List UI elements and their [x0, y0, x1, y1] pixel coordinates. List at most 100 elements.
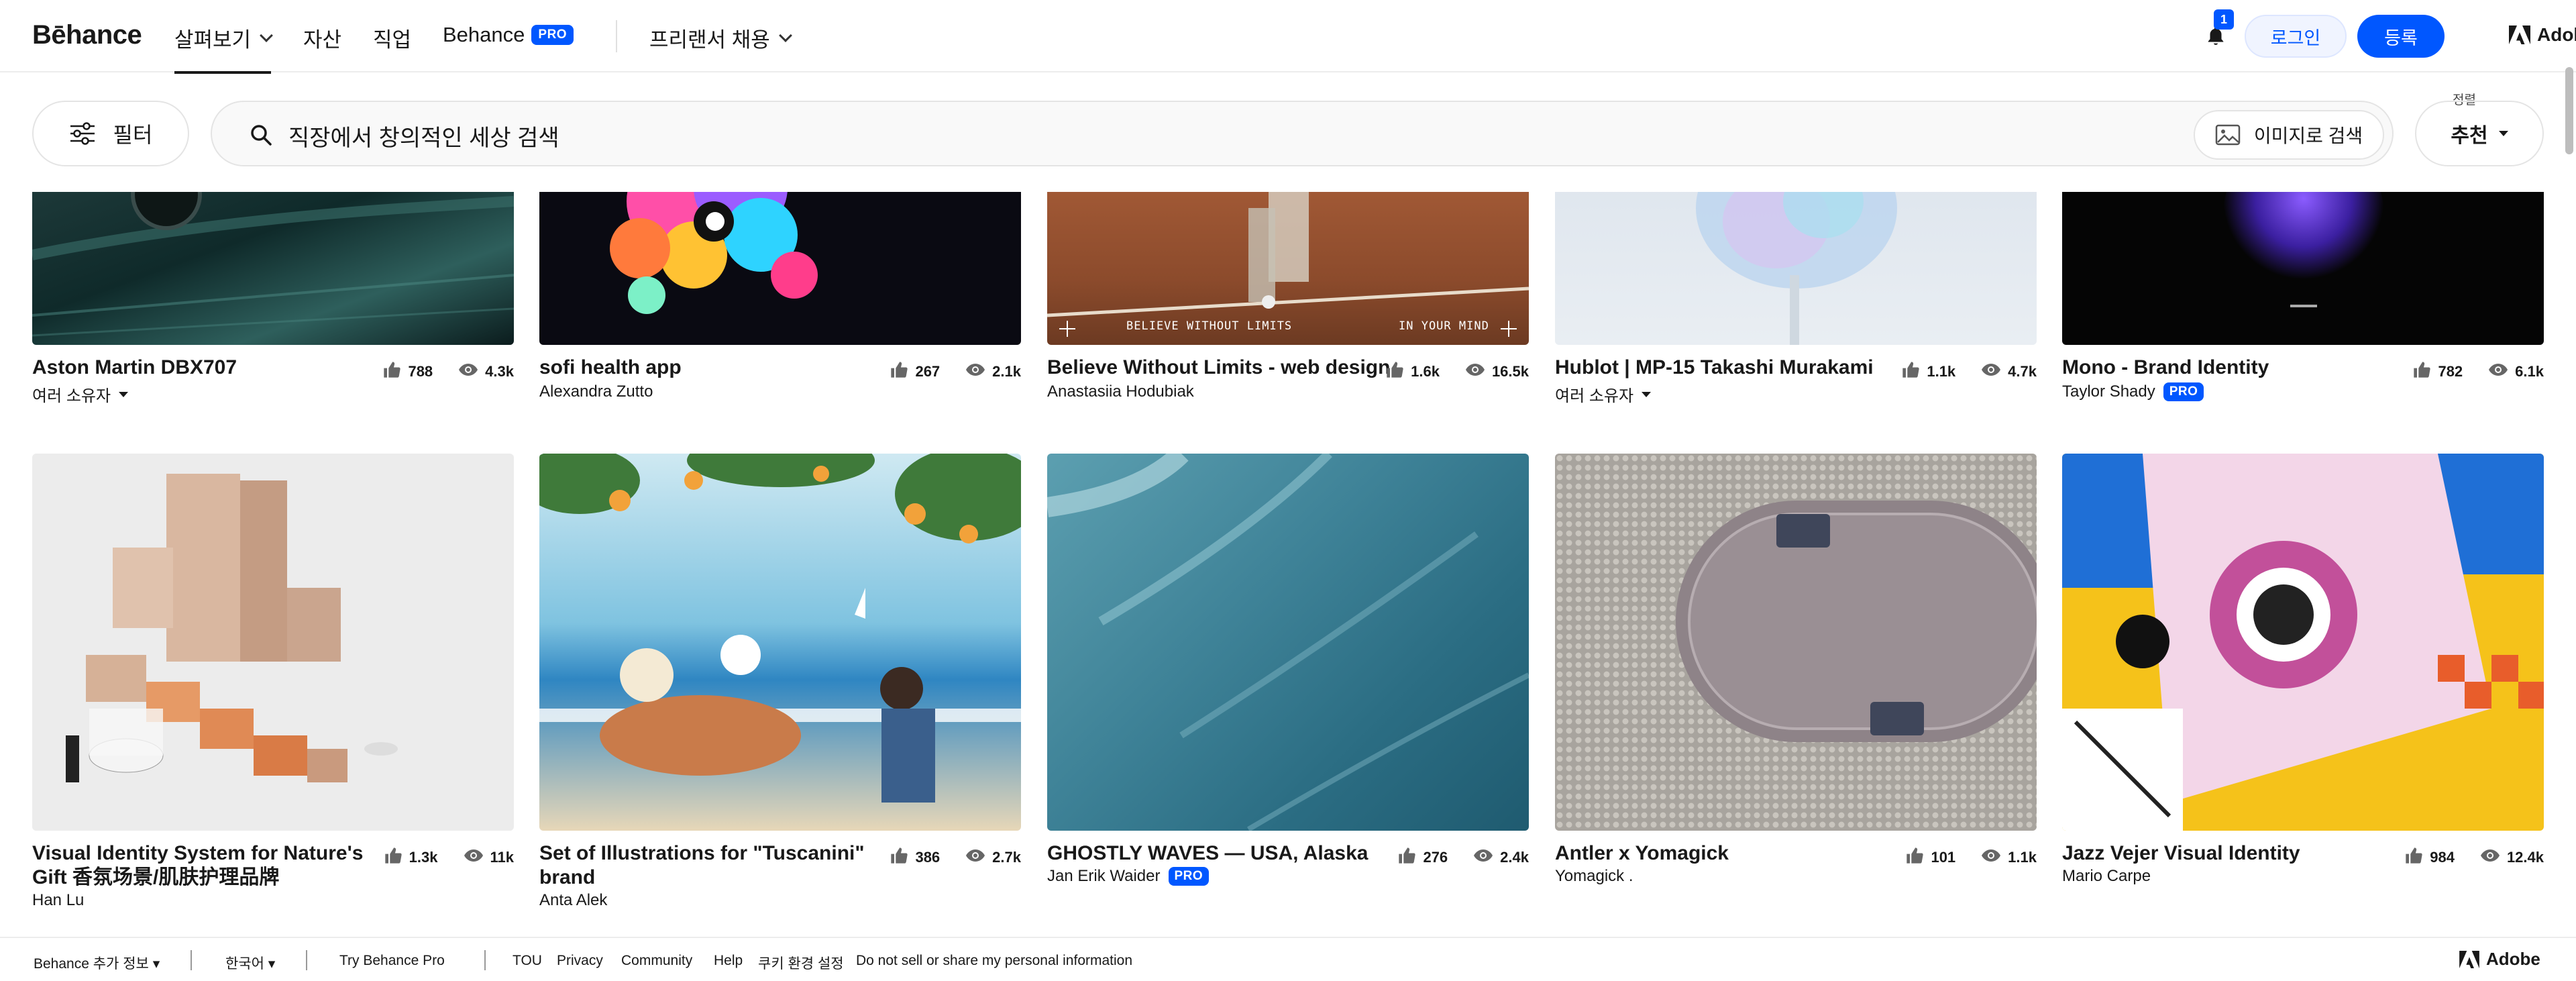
footer-community[interactable]: Community — [621, 953, 692, 969]
project-thumbnail[interactable] — [1555, 454, 2037, 831]
nav-behance-pro[interactable]: Behance PRO — [443, 23, 574, 47]
project-owner[interactable]: 여러 소유자 — [1555, 382, 1652, 406]
project-title[interactable]: Jazz Vejer Visual Identity — [2062, 841, 2300, 866]
brand-identity-image — [2223, 181, 2384, 307]
eye-icon — [1473, 849, 1493, 866]
footer-divider — [191, 950, 192, 970]
footer-do-not-sell[interactable]: Do not sell or share my personal informa… — [856, 953, 1132, 969]
project-owner[interactable]: 여러 소유자 — [32, 382, 129, 406]
signup-button[interactable]: 등록 — [2357, 15, 2445, 58]
owner-name: 여러 소유자 — [32, 387, 111, 405]
owner-name: Mario Carpe — [2062, 867, 2151, 885]
eye-icon — [965, 363, 985, 380]
eye-icon — [2488, 363, 2508, 380]
project-title[interactable]: Mono - Brand Identity — [2062, 356, 2269, 380]
sliders-icon — [70, 122, 95, 145]
thumbs-up-icon — [1385, 361, 1404, 382]
project-owner[interactable]: Anastasiia Hodubiak — [1047, 382, 1194, 401]
project-title[interactable]: sofi health app — [539, 356, 682, 380]
nav-explore-label: 살펴보기 — [174, 28, 252, 52]
views-count: 12.4k — [2506, 849, 2544, 866]
notification-count-badge: 1 — [2214, 9, 2234, 30]
aerial-waves-image — [1047, 454, 1529, 831]
thumbs-up-icon — [890, 847, 908, 868]
project-thumbnail[interactable] — [32, 181, 514, 345]
eye-icon — [1981, 849, 2001, 866]
project-thumbnail[interactable] — [539, 454, 1021, 831]
project-thumbnail[interactable] — [2062, 181, 2544, 345]
project-title[interactable]: Believe Without Limits - web design — [1047, 356, 1390, 380]
nav-jobs[interactable]: 직업 — [373, 23, 411, 53]
footer-tou[interactable]: TOU — [513, 953, 542, 969]
footer-language[interactable]: 한국어 ▾ — [225, 953, 275, 973]
views-count: 4.7k — [2008, 363, 2037, 380]
thumbs-up-icon — [1397, 847, 1416, 868]
project-stats: 1.6k 16.5k — [1385, 361, 1529, 382]
project-title[interactable]: Antler x Yomagick — [1555, 841, 1729, 866]
owner-name: Yomagick . — [1555, 867, 1633, 885]
adobe-logo-icon — [2459, 950, 2479, 968]
likes-count: 101 — [1931, 849, 1956, 866]
project-stats: 788 4.3k — [382, 361, 514, 382]
footer-privacy[interactable]: Privacy — [557, 953, 603, 969]
views-count: 2.1k — [992, 363, 1021, 380]
footer-try-pro[interactable]: Try Behance Pro — [339, 953, 445, 969]
behance-logo[interactable]: Bēhance — [32, 20, 142, 50]
project-title[interactable]: GHOSTLY WAVES — USA, Alaska — [1047, 841, 1368, 866]
adobe-logo-icon — [2509, 25, 2530, 44]
sort-value: 추천 — [2451, 125, 2488, 147]
search-icon — [251, 125, 272, 146]
owner-name: Taylor Shady — [2062, 382, 2155, 401]
project-thumbnail[interactable] — [539, 181, 1021, 345]
project-owner[interactable]: Anta Alek — [539, 891, 607, 910]
project-owner[interactable]: Taylor Shady PRO — [2062, 382, 2204, 401]
owner-name: Anastasiia Hodubiak — [1047, 382, 1194, 401]
project-title[interactable]: Aston Martin DBX707 — [32, 356, 237, 380]
footer-more-behance[interactable]: Behance 추가 정보 ▾ — [34, 953, 160, 973]
likes-count: 1.6k — [1411, 363, 1440, 380]
poster-collage-image — [2062, 454, 2544, 831]
eye-icon — [2480, 849, 2500, 866]
nav-hire-freelancers[interactable]: 프리랜서 채용 — [649, 23, 792, 53]
project-thumbnail[interactable]: BELIEVE WITHOUT LIMITS IN YOUR MIND — [1047, 181, 1529, 345]
project-thumbnail[interactable] — [1555, 181, 2037, 345]
pro-badge: PRO — [531, 25, 574, 45]
project-thumbnail[interactable] — [32, 454, 514, 831]
project-owner[interactable]: Mario Carpe — [2062, 867, 2151, 886]
adobe-link[interactable]: Adobe — [2509, 24, 2576, 46]
project-stats: 386 2.7k — [890, 847, 1021, 868]
project-title[interactable]: Hublot | MP-15 Takashi Murakami — [1555, 356, 1874, 380]
image-search-label: 이미지로 검색 — [2253, 125, 2363, 146]
views-count: 6.1k — [2515, 363, 2544, 380]
owner-name: Jan Erik Waider — [1047, 867, 1161, 885]
filter-label: 필터 — [113, 123, 153, 147]
footer-help[interactable]: Help — [714, 953, 743, 969]
project-title[interactable]: Visual Identity System for Nature's Gift… — [32, 841, 368, 890]
project-stats: 276 2.4k — [1397, 847, 1529, 868]
page-scrollbar[interactable] — [2565, 67, 2573, 154]
project-owner[interactable]: Yomagick . — [1555, 867, 1633, 886]
project-owner[interactable]: Alexandra Zutto — [539, 382, 653, 401]
project-thumbnail[interactable] — [2062, 454, 2544, 831]
overlay-text-left: BELIEVE WITHOUT LIMITS — [1126, 319, 1293, 333]
footer-cookie-settings[interactable]: 쿠키 환경 설정 — [758, 953, 844, 973]
project-owner[interactable]: Jan Erik Waider PRO — [1047, 867, 1210, 886]
footer-divider — [306, 950, 307, 970]
project-thumbnail[interactable] — [1047, 454, 1529, 831]
login-button[interactable]: 로그인 — [2245, 15, 2347, 58]
chevron-down-icon — [778, 28, 792, 42]
project-owner[interactable]: Han Lu — [32, 891, 84, 910]
filter-button[interactable]: 필터 — [32, 101, 189, 166]
thumbs-up-icon — [1905, 847, 1924, 868]
search-input[interactable]: 직장에서 창의적인 세상 검색 이미지로 검색 — [211, 101, 2394, 166]
views-count: 2.4k — [1500, 849, 1529, 866]
image-search-button[interactable]: 이미지로 검색 — [2194, 110, 2384, 160]
project-title[interactable]: Set of Illustrations for "Tuscanini" bra… — [539, 841, 875, 890]
footer-adobe-link[interactable]: Adobe — [2459, 949, 2540, 970]
eye-icon — [458, 363, 478, 380]
nav-explore[interactable]: 살펴보기 — [174, 23, 273, 74]
views-count: 16.5k — [1491, 363, 1529, 380]
nav-assets[interactable]: 자산 — [303, 23, 341, 53]
sort-dropdown[interactable]: 추천 — [2415, 101, 2544, 166]
thumbs-up-icon — [382, 361, 401, 382]
